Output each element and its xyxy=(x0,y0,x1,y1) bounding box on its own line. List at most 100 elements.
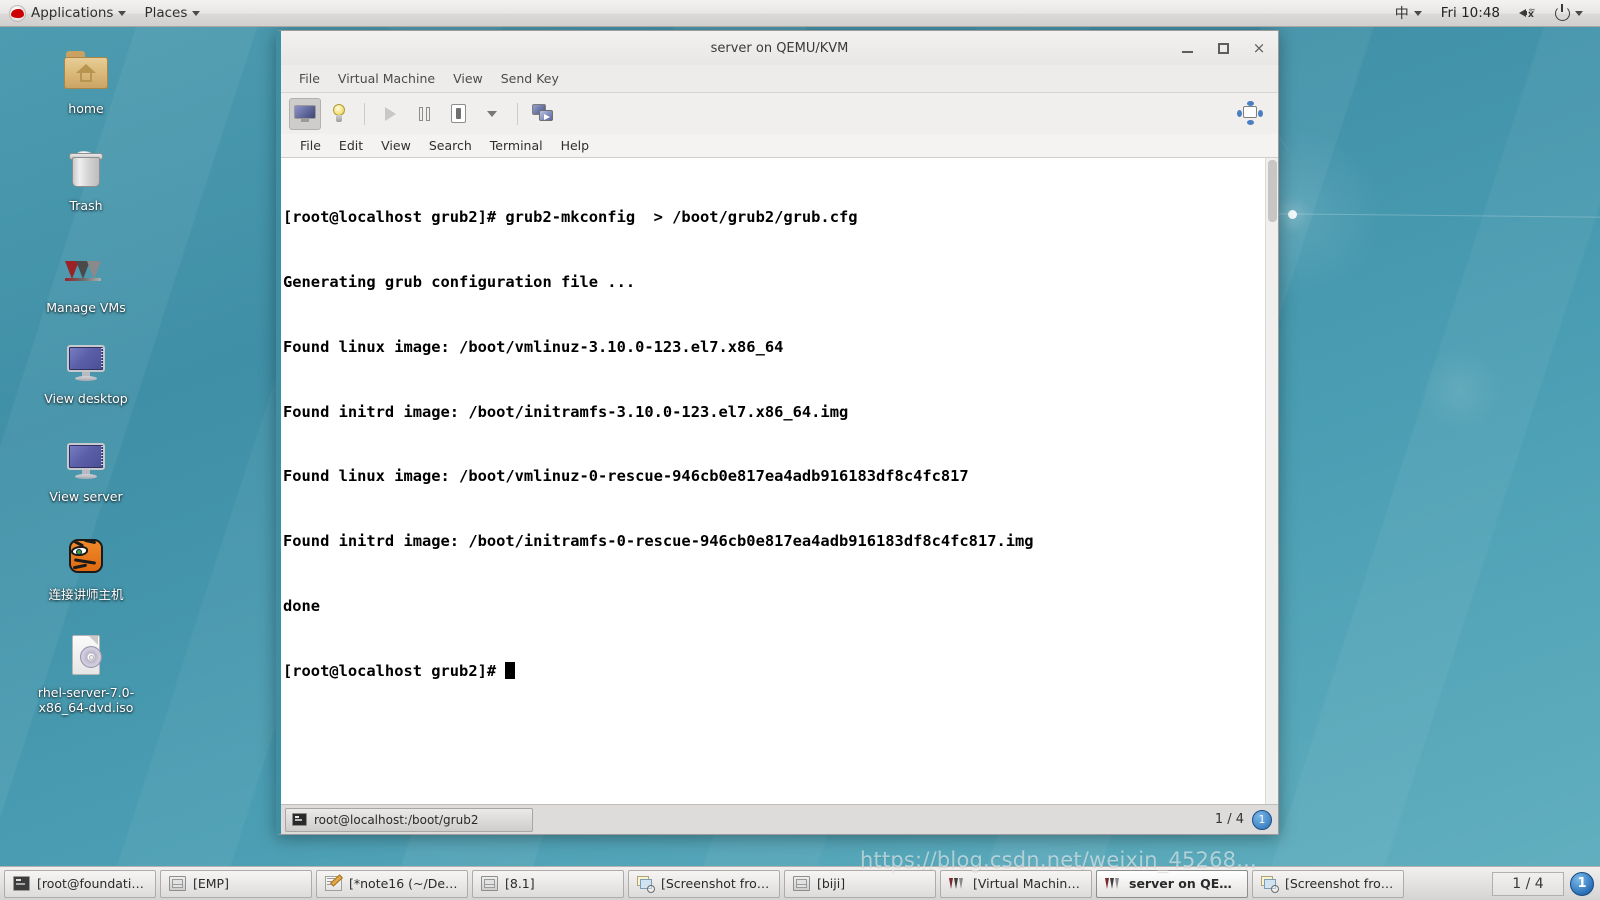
volume-indicator[interactable]: ≈ x xyxy=(1510,1,1546,26)
lightbulb-icon xyxy=(332,103,346,124)
terminal-cursor xyxy=(505,661,515,679)
screenshot-icon xyxy=(637,876,655,893)
scrollbar-thumb[interactable] xyxy=(1268,160,1277,222)
workspace-switcher[interactable]: 1 xyxy=(1570,871,1594,896)
desktop-icon-view-server[interactable]: View server xyxy=(26,436,146,504)
text-editor-icon xyxy=(325,876,342,891)
guest-workspace-indicator[interactable]: 1 / 4 xyxy=(1215,812,1244,827)
chevron-down-icon xyxy=(487,110,497,117)
desktop-icon-rhel-iso[interactable]: rhel-server-7.0-x86_64-dvd.iso xyxy=(26,632,146,715)
applications-menu[interactable]: Applications xyxy=(0,1,135,26)
guest-menu-terminal[interactable]: Terminal xyxy=(481,136,552,155)
redhat-logo-icon xyxy=(9,4,26,22)
monitor-icon xyxy=(62,338,110,386)
guest-task-label: root@localhost:/boot/grub2 xyxy=(314,812,479,827)
desktop-icon-label: View desktop xyxy=(44,391,128,406)
volume-muted-icon: ≈ x xyxy=(1519,6,1537,20)
shutdown-button[interactable] xyxy=(442,98,474,130)
clock[interactable]: Fri 10:48 xyxy=(1431,5,1510,21)
desktop-icon-view-desktop[interactable]: View desktop xyxy=(26,338,146,406)
ime-label: 中 xyxy=(1394,6,1409,22)
taskbar-item-8-1[interactable]: [8.1] xyxy=(472,869,624,898)
terminal-area[interactable]: [root@localhost grub2]# grub2-mkconfig >… xyxy=(281,158,1278,804)
menu-virtual-machine[interactable]: Virtual Machine xyxy=(330,67,443,90)
vm-window-titlebar[interactable]: server on QEMU/KVM × xyxy=(281,31,1278,65)
desktop-icon-connect-instructor-host[interactable]: 连接讲师主机 xyxy=(26,534,146,602)
taskbar: [root@foundation... [EMP] [*note16 (~/De… xyxy=(0,866,1600,900)
input-method-indicator[interactable]: 中 xyxy=(1386,1,1431,26)
monitor-icon xyxy=(294,105,316,122)
snapshots-button[interactable] xyxy=(527,98,559,130)
taskbar-item-server-on-qemu-kvm[interactable]: server on QEMU/K... xyxy=(1096,869,1248,898)
chevron-down-icon xyxy=(192,10,201,16)
terminal-icon xyxy=(13,876,30,891)
shutdown-menu-button[interactable] xyxy=(476,98,508,130)
taskbar-item-note16[interactable]: [*note16 (~/Desk... xyxy=(316,869,468,898)
drag-handle-icon[interactable] xyxy=(1237,101,1263,125)
virt-manager-icon xyxy=(949,876,966,891)
desktop[interactable]: Applications Places 中 Fri 10:48 ≈ x home… xyxy=(0,0,1600,900)
guest-taskbar: root@localhost:/boot/grub2 1 / 4 1 xyxy=(281,804,1278,834)
terminal-prompt: [root@localhost grub2]# xyxy=(283,661,506,680)
workspace-indicator[interactable]: 1 / 4 xyxy=(1492,871,1564,896)
guest-menu-view[interactable]: View xyxy=(372,136,420,155)
screens-icon xyxy=(532,104,554,123)
menu-send-key[interactable]: Send Key xyxy=(493,67,567,90)
vm-window[interactable]: server on QEMU/KVM × File Virtual Machin… xyxy=(276,30,1279,835)
terminal-line: [root@localhost grub2]# grub2-mkconfig >… xyxy=(283,208,858,227)
play-icon xyxy=(384,106,396,121)
guest-workspace-switcher[interactable]: 1 xyxy=(1252,809,1272,830)
chevron-down-icon xyxy=(1575,10,1583,16)
desktop-icon-label: Trash xyxy=(69,198,103,213)
show-details-button[interactable] xyxy=(323,98,355,130)
menu-file[interactable]: File xyxy=(291,67,328,90)
shutdown-icon xyxy=(450,104,466,123)
taskbar-item-emp[interactable]: [EMP] xyxy=(160,869,312,898)
taskbar-item-screenshot-2[interactable]: [Screenshot from ... xyxy=(1252,869,1404,898)
chevron-down-icon xyxy=(1413,10,1422,16)
close-button[interactable]: × xyxy=(1248,37,1270,59)
taskbar-item-label: [root@foundation... xyxy=(37,876,147,891)
terminal-line: Found linux image: /boot/vmlinuz-3.10.0-… xyxy=(283,337,784,356)
menu-view[interactable]: View xyxy=(445,67,491,90)
screenshot-icon xyxy=(1261,876,1279,893)
desktop-icon-label: Manage VMs xyxy=(46,300,126,315)
taskbar-item-screenshot-1[interactable]: [Screenshot from ... xyxy=(628,869,780,898)
taskbar-item-biji[interactable]: [biji] xyxy=(784,869,936,898)
vm-menubar: File Virtual Machine View Send Key xyxy=(281,65,1278,93)
guest-menu-edit[interactable]: Edit xyxy=(330,136,372,155)
taskbar-item-root-foundation[interactable]: [root@foundation... xyxy=(4,869,156,898)
terminal-line: done xyxy=(283,596,321,615)
desktop-icon-label: View server xyxy=(49,489,123,504)
places-menu[interactable]: Places xyxy=(135,1,209,26)
iso-disc-icon xyxy=(62,632,110,680)
guest-menu-file[interactable]: File xyxy=(291,136,330,155)
guest-task-item[interactable]: root@localhost:/boot/grub2 xyxy=(285,807,533,832)
file-manager-icon xyxy=(481,876,498,891)
console-view-button[interactable] xyxy=(289,97,321,130)
pause-button[interactable] xyxy=(408,98,440,130)
terminal-line: Found initrd image: /boot/initramfs-0-re… xyxy=(283,532,1034,551)
pause-icon xyxy=(418,106,430,121)
system-menu[interactable] xyxy=(1546,1,1592,26)
top-panel: Applications Places 中 Fri 10:48 ≈ x xyxy=(0,0,1600,27)
taskbar-item-virtual-machine-manager[interactable]: [Virtual Machine ... xyxy=(940,869,1092,898)
run-button[interactable] xyxy=(374,98,406,130)
taskbar-item-label: [Screenshot from ... xyxy=(661,876,771,891)
terminal-output[interactable]: [root@localhost grub2]# grub2-mkconfig >… xyxy=(281,158,1265,804)
taskbar-item-label: [8.1] xyxy=(505,876,535,891)
guest-menu-search[interactable]: Search xyxy=(420,136,481,155)
guest-terminal-menubar: File Edit View Search Terminal Help xyxy=(281,134,1278,158)
taskbar-item-label: [EMP] xyxy=(193,876,229,891)
virt-manager-icon xyxy=(62,247,110,295)
toolbar-separator xyxy=(517,102,518,125)
desktop-icon-manage-vms[interactable]: Manage VMs xyxy=(26,247,146,315)
desktop-icon-home[interactable]: home xyxy=(26,48,146,116)
minimize-button[interactable] xyxy=(1176,37,1198,59)
guest-menu-help[interactable]: Help xyxy=(552,136,599,155)
desktop-icon-trash[interactable]: Trash xyxy=(26,145,146,213)
terminal-scrollbar[interactable] xyxy=(1265,158,1278,804)
virt-manager-icon xyxy=(1105,876,1122,891)
maximize-button[interactable] xyxy=(1212,37,1234,59)
terminal-line: Found linux image: /boot/vmlinuz-0-rescu… xyxy=(283,467,969,486)
